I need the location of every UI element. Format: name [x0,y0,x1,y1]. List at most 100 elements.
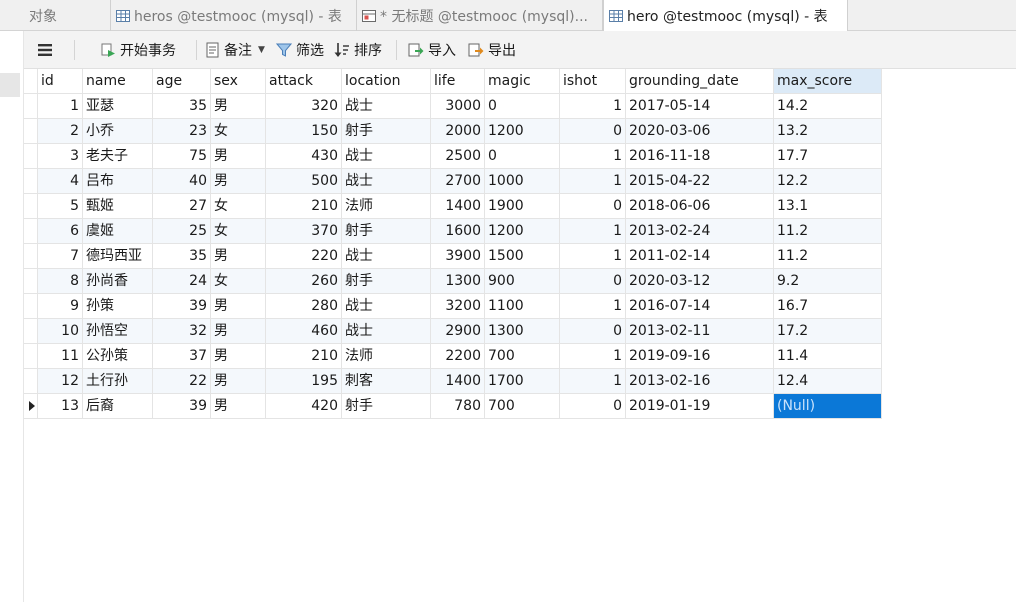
cell-grounding-date[interactable]: 2013-02-16 [626,369,774,394]
cell-max-score[interactable]: 16.7 [774,294,882,319]
row-indicator[interactable] [24,344,38,369]
row-indicator[interactable] [24,94,38,119]
cell-attack[interactable]: 150 [266,119,342,144]
row-indicator[interactable] [24,169,38,194]
column-header-magic[interactable]: magic [485,69,560,94]
cell-sex[interactable]: 男 [211,94,266,119]
cell-max-score[interactable]: 11.2 [774,219,882,244]
cell-grounding-date[interactable]: 2011-02-14 [626,244,774,269]
cell-grounding-date[interactable]: 2018-06-06 [626,194,774,219]
cell-magic[interactable]: 1200 [485,219,560,244]
cell-id[interactable]: 13 [38,394,83,419]
cell-max-score[interactable]: 12.4 [774,369,882,394]
cell-life[interactable]: 2900 [431,319,485,344]
cell-grounding-date[interactable]: 2020-03-12 [626,269,774,294]
cell-life[interactable]: 1300 [431,269,485,294]
cell-magic[interactable]: 1200 [485,119,560,144]
cell-sex[interactable]: 女 [211,194,266,219]
sort-button[interactable]: 排序 [334,31,382,69]
cell-ishot[interactable]: 0 [560,119,626,144]
cell-sex[interactable]: 男 [211,169,266,194]
cell-sex[interactable]: 女 [211,219,266,244]
cell-id[interactable]: 3 [38,144,83,169]
row-indicator[interactable] [24,369,38,394]
cell-life[interactable]: 3000 [431,94,485,119]
cell-magic[interactable]: 1100 [485,294,560,319]
cell-age[interactable]: 39 [153,294,211,319]
cell-magic[interactable]: 1700 [485,369,560,394]
table-row[interactable]: 10 孙悟空 32 男 460 战士 2900 1300 0 2013-02-11 17.2 [24,319,882,344]
cell-id[interactable]: 11 [38,344,83,369]
cell-ishot[interactable]: 1 [560,169,626,194]
cell-id[interactable]: 8 [38,269,83,294]
cell-ishot[interactable]: 1 [560,219,626,244]
table-row[interactable]: 13 后裔 39 男 420 射手 780 700 0 2019-01-19 (Null) [24,394,882,419]
cell-sex[interactable]: 男 [211,144,266,169]
cell-ishot[interactable]: 0 [560,194,626,219]
cell-ishot[interactable]: 1 [560,94,626,119]
cell-location[interactable]: 射手 [342,394,431,419]
cell-ishot[interactable]: 1 [560,144,626,169]
cell-life[interactable]: 780 [431,394,485,419]
column-header-id[interactable]: id [38,69,83,94]
row-indicator[interactable] [24,294,38,319]
cell-max-score[interactable]: 17.2 [774,319,882,344]
cell-attack[interactable]: 210 [266,344,342,369]
cell-sex[interactable]: 男 [211,294,266,319]
cell-attack[interactable]: 220 [266,244,342,269]
cell-age[interactable]: 27 [153,194,211,219]
cell-grounding-date[interactable]: 2013-02-24 [626,219,774,244]
cell-sex[interactable]: 男 [211,344,266,369]
cell-age[interactable]: 75 [153,144,211,169]
cell-ishot[interactable]: 0 [560,319,626,344]
cell-name[interactable]: 德玛西亚 [83,244,153,269]
cell-id[interactable]: 1 [38,94,83,119]
row-indicator[interactable] [24,269,38,294]
column-header-age[interactable]: age [153,69,211,94]
cell-age[interactable]: 23 [153,119,211,144]
cell-magic[interactable]: 700 [485,394,560,419]
tab-heros-table[interactable]: heros @testmooc (mysql) - 表 [111,0,357,31]
cell-age[interactable]: 24 [153,269,211,294]
cell-name[interactable]: 孙尚香 [83,269,153,294]
cell-max-score[interactable]: 13.2 [774,119,882,144]
cell-name[interactable]: 甄姬 [83,194,153,219]
cell-name[interactable]: 老夫子 [83,144,153,169]
cell-max-score[interactable]: 12.2 [774,169,882,194]
cell-name[interactable]: 虞姬 [83,219,153,244]
cell-ishot[interactable]: 1 [560,369,626,394]
row-indicator[interactable] [24,119,38,144]
cell-magic[interactable]: 900 [485,269,560,294]
cell-age[interactable]: 25 [153,219,211,244]
cell-id[interactable]: 2 [38,119,83,144]
cell-attack[interactable]: 280 [266,294,342,319]
cell-grounding-date[interactable]: 2015-04-22 [626,169,774,194]
table-row[interactable]: 12 土行孙 22 男 195 刺客 1400 1700 1 2013-02-16 12.4 [24,369,882,394]
table-row[interactable]: 8 孙尚香 24 女 260 射手 1300 900 0 2020-03-12 9.2 [24,269,882,294]
cell-location[interactable]: 射手 [342,269,431,294]
cell-attack[interactable]: 430 [266,144,342,169]
cell-life[interactable]: 1400 [431,194,485,219]
tab-untitled-query[interactable]: * 无标题 @testmooc (mysql)... [357,0,603,31]
cell-grounding-date[interactable]: 2020-03-06 [626,119,774,144]
cell-grounding-date[interactable]: 2019-01-19 [626,394,774,419]
cell-id[interactable]: 12 [38,369,83,394]
cell-ishot[interactable]: 0 [560,269,626,294]
cell-life[interactable]: 3200 [431,294,485,319]
cell-sex[interactable]: 女 [211,119,266,144]
cell-location[interactable]: 战士 [342,319,431,344]
cell-id[interactable]: 4 [38,169,83,194]
cell-life[interactable]: 2000 [431,119,485,144]
cell-magic[interactable]: 1300 [485,319,560,344]
column-header-attack[interactable]: attack [266,69,342,94]
cell-age[interactable]: 35 [153,244,211,269]
column-header-max-score[interactable]: max_score [774,69,882,94]
cell-age[interactable]: 39 [153,394,211,419]
cell-ishot[interactable]: 0 [560,394,626,419]
cell-location[interactable]: 射手 [342,119,431,144]
table-row[interactable]: 9 孙策 39 男 280 战士 3200 1100 1 2016-07-14 16.7 [24,294,882,319]
cell-ishot[interactable]: 1 [560,294,626,319]
cell-name[interactable]: 孙策 [83,294,153,319]
table-row[interactable]: 11 公孙策 37 男 210 法师 2200 700 1 2019-09-16 11.4 [24,344,882,369]
row-indicator[interactable] [24,244,38,269]
